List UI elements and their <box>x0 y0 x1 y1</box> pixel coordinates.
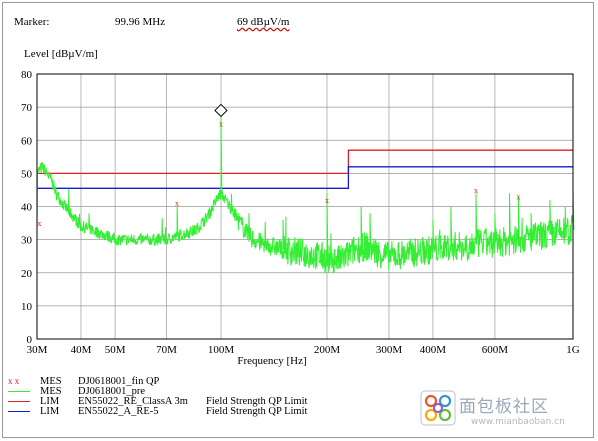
legend-desc: Field Strength QP Limit <box>206 406 308 417</box>
y-tick-label: 20 <box>21 268 33 280</box>
emc-spectrum-chart: Level [dBµV/m] xxxxxx 01020304050607080 … <box>21 48 580 367</box>
y-tick-label: 30 <box>21 235 33 247</box>
final-qp-point: x <box>175 199 179 208</box>
y-tick-label: 80 <box>21 69 33 81</box>
limit-line <box>37 149 573 175</box>
final-qp-point: x <box>325 196 329 205</box>
chart-grid <box>37 74 573 339</box>
x-tick-label: 200M <box>314 344 341 356</box>
final-qp-point: x <box>516 193 520 202</box>
y-tick-label: 50 <box>21 168 33 180</box>
limit-line <box>37 166 573 189</box>
x-axis-label: Frequency [Hz] <box>237 355 306 367</box>
legend-entry: LIM EN55022_A_RE-5 Field Strength QP Limit <box>8 406 428 417</box>
y-tick-label: 60 <box>21 135 33 147</box>
limit-lines <box>37 149 573 189</box>
marker-diamond <box>214 103 228 118</box>
legend-swatch <box>8 401 30 402</box>
final-qp-point: x <box>38 219 42 228</box>
x-tick-label: 100M <box>208 344 235 356</box>
legend-type: LIM <box>40 406 60 417</box>
mianbaoban-logo-icon <box>420 390 456 426</box>
x-tick-label: 400M <box>420 344 447 356</box>
watermark-text: 面包板社区 <box>459 397 549 417</box>
y-axis-label: Level [dBµV/m] <box>24 48 98 60</box>
final-qp-point: x <box>219 120 223 129</box>
marker-diamond-shape <box>214 103 228 118</box>
prescan-trace-line <box>36 113 575 274</box>
legend-swatch <box>8 391 30 392</box>
y-tick-labels: 01020304050607080 <box>21 69 33 346</box>
watermark-url: www.mianbaoban.cn <box>471 417 565 427</box>
legend-name: EN55022_A_RE-5 <box>78 406 159 417</box>
x-tick-label: 1G <box>566 344 580 356</box>
y-tick-label: 70 <box>21 102 33 114</box>
x-tick-label: 70M <box>156 344 177 356</box>
x-tick-label: 40M <box>71 344 92 356</box>
final-qp-point: x <box>474 186 478 195</box>
legend-swatch <box>8 411 30 412</box>
prescan-trace <box>36 113 575 274</box>
y-tick-label: 10 <box>21 301 33 313</box>
x-tick-label: 30M <box>27 344 48 356</box>
y-tick-label: 40 <box>21 202 33 214</box>
x-tick-label: 300M <box>376 344 403 356</box>
x-tick-label: 600M <box>482 344 509 356</box>
x-tick-label: 50M <box>105 344 126 356</box>
